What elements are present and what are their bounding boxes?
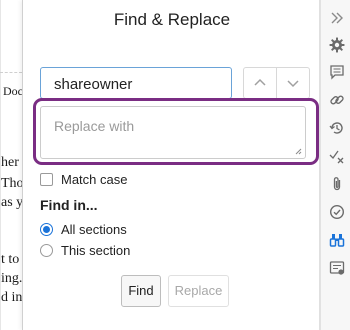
- scope-option-label: All sections: [61, 221, 127, 237]
- checkbox-box[interactable]: [40, 172, 53, 186]
- document-text: ing.: [1, 271, 22, 286]
- previous-match-button[interactable]: [243, 67, 277, 99]
- chevron-down-icon: [287, 80, 299, 88]
- document-text: t to: [1, 252, 20, 267]
- link-icon[interactable]: [329, 92, 345, 108]
- document-text: as y: [1, 195, 22, 210]
- history-icon[interactable]: [329, 120, 345, 136]
- scope-option-all-sections[interactable]: All sections: [40, 221, 127, 237]
- attachment-icon[interactable]: [329, 176, 345, 192]
- check-circle-icon[interactable]: [329, 204, 345, 220]
- next-match-button[interactable]: [276, 67, 310, 99]
- match-case-label: Match case: [61, 171, 128, 187]
- track-changes-icon[interactable]: [329, 148, 345, 164]
- find-button[interactable]: Find: [121, 275, 161, 307]
- radio-button[interactable]: [40, 222, 53, 236]
- margin-guide: [0, 72, 22, 73]
- side-toolbar: [320, 0, 350, 330]
- replace-field-highlight: [33, 98, 319, 165]
- collapse-icon[interactable]: [329, 10, 345, 26]
- document-text: Doc: [3, 84, 22, 98]
- comment-icon[interactable]: [329, 64, 345, 80]
- find-in-heading: Find in...: [40, 197, 98, 213]
- chevron-up-icon: [254, 78, 266, 86]
- document-text: her: [1, 155, 19, 170]
- document-text: Tho: [1, 176, 22, 191]
- scope-option-this-section[interactable]: This section: [40, 242, 130, 258]
- find-input[interactable]: shareowner: [40, 67, 232, 99]
- scope-option-label: This section: [61, 242, 131, 258]
- panel-title: Find & Replace: [113, 10, 231, 29]
- document-text: d in: [1, 290, 22, 305]
- radio-button[interactable]: [40, 243, 53, 257]
- form-icon[interactable]: [329, 260, 345, 276]
- find-replace-panel: Find & Replace shareowner Replace with M…: [22, 0, 320, 330]
- replace-button[interactable]: Replace: [168, 275, 229, 307]
- match-case-checkbox[interactable]: Match case: [40, 171, 127, 187]
- settings-icon[interactable]: [329, 37, 345, 53]
- find-replace-icon[interactable]: [329, 232, 345, 248]
- document-background: Doc her Tho as y t to ing. d in: [0, 0, 22, 330]
